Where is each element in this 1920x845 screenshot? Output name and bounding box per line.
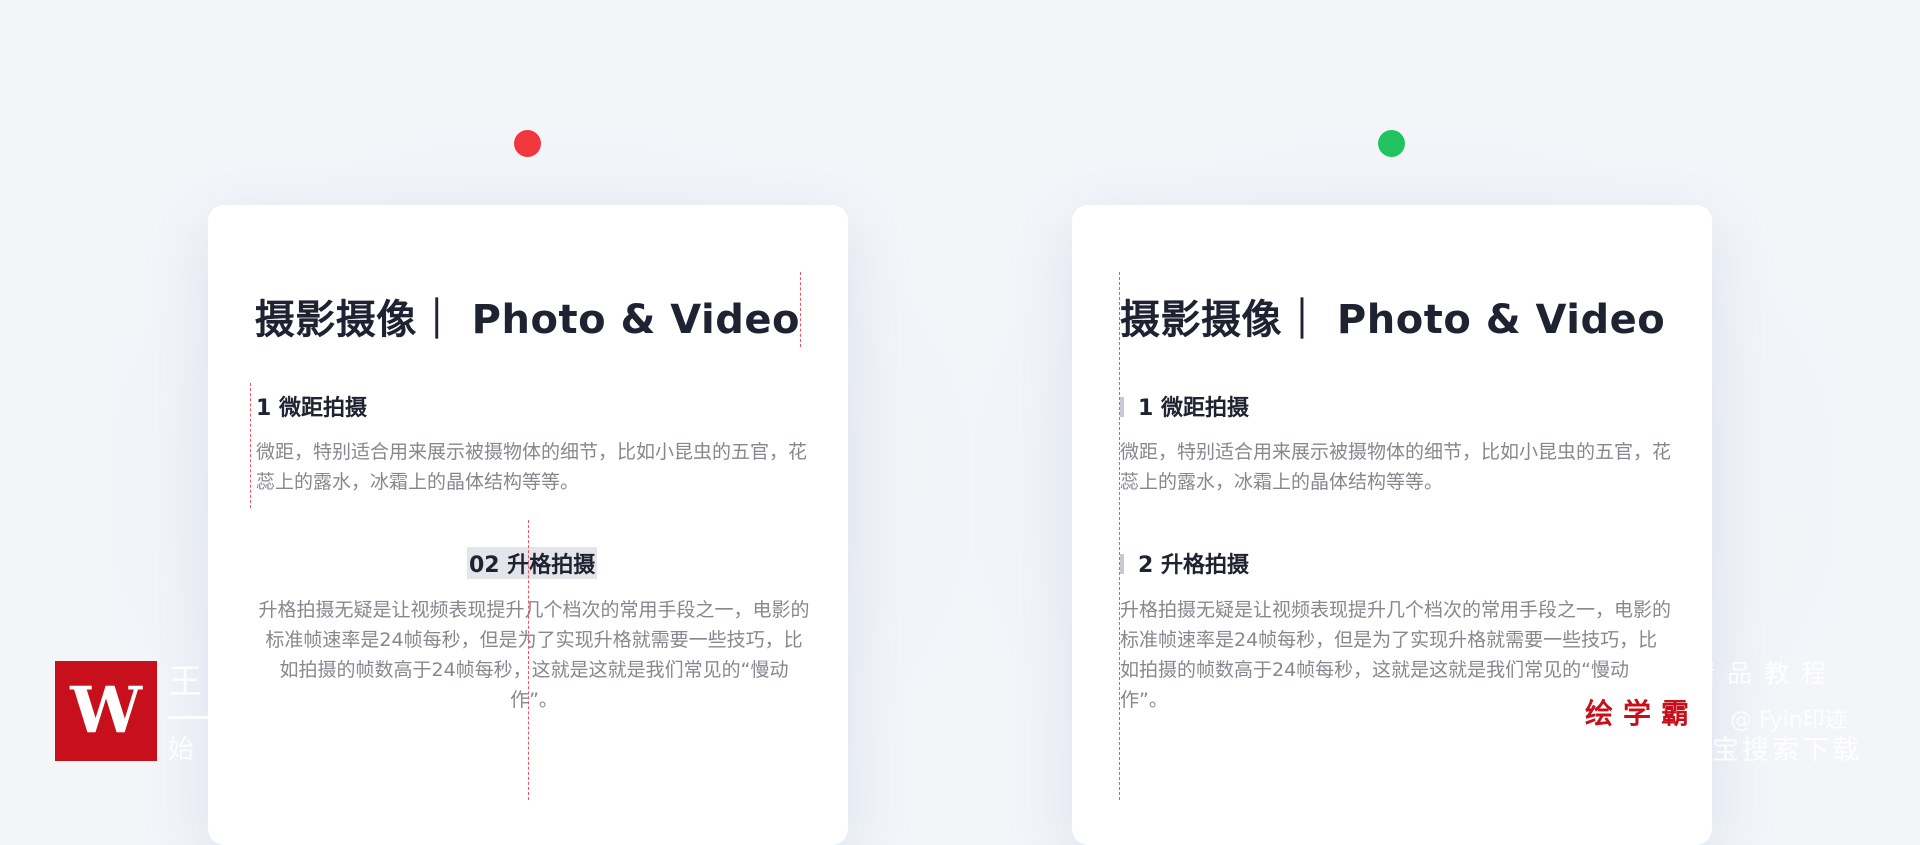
card-title: 摄影摄像｜ Photo & Video — [1120, 297, 1666, 343]
watermark-logo: W — [55, 661, 157, 761]
guide-line-left-edge — [1119, 272, 1120, 800]
section-body-slow-motion: 升格拍摄无疑是让视频表现提升几个档次的常用手段之一，电影的标准帧速率是24帧每秒… — [258, 599, 810, 711]
watermark-divider — [168, 716, 208, 719]
heading-accent-bar — [1120, 554, 1124, 574]
example-card-correct: 摄影摄像｜ Photo & Video 1 微距拍摄 微距，特别适合用来展示被摄… — [1072, 205, 1712, 845]
section-heading-slow-motion: 02 升格拍摄 — [467, 547, 598, 579]
section-heading-text: 1 微距拍摄 — [1138, 396, 1249, 421]
guide-line-section1-left — [250, 383, 251, 508]
card-title: 摄影摄像｜ Photo & Video — [254, 297, 800, 343]
section-heading-text: 2 升格拍摄 — [1138, 553, 1249, 578]
wrong-indicator-dot — [514, 130, 541, 157]
section-body-slow-motion: 升格拍摄无疑是让视频表现提升几个档次的常用手段之一，电影的标准帧速率是24帧每秒… — [1120, 599, 1672, 711]
section-body-macro: 微距，特别适合用来展示被摄物体的细节，比如小昆虫的五官，花蕊上的露水，冰霜上的晶… — [1120, 441, 1672, 493]
guide-line-title-right — [800, 272, 801, 347]
section-heading-macro: 1 微距拍摄 — [1120, 390, 1249, 422]
section-body-macro: 微距，特别适合用来展示被摄物体的细节，比如小昆虫的五官，花蕊上的露水，冰霜上的晶… — [256, 441, 808, 493]
section-heading-macro: 1 微距拍摄 — [256, 396, 367, 421]
correct-indicator-dot — [1378, 130, 1405, 157]
guide-line-section2-center — [528, 520, 529, 800]
heading-accent-bar — [1120, 397, 1124, 417]
section-heading-slow-motion: 2 升格拍摄 — [1120, 547, 1249, 579]
